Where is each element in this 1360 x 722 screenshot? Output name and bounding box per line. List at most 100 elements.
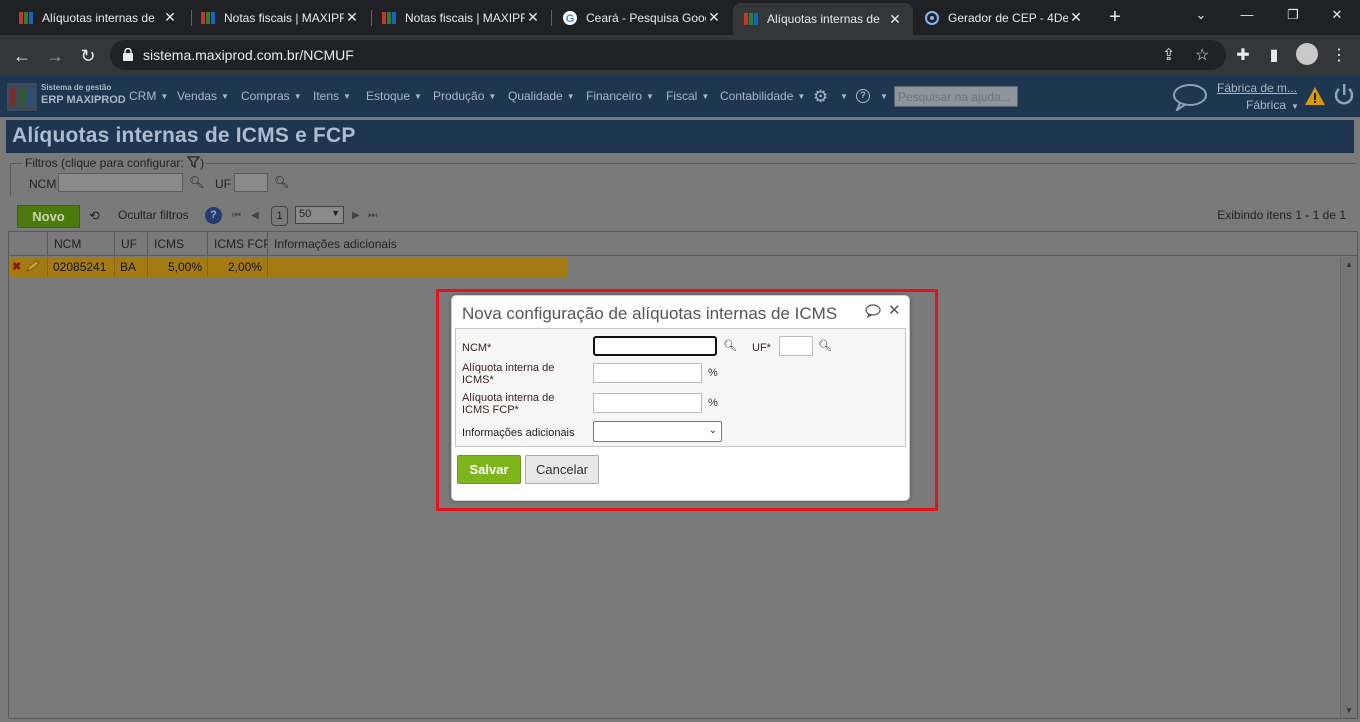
delete-icon[interactable]: ✖ — [12, 260, 21, 273]
column-header-icms[interactable]: ICMS — [148, 232, 208, 255]
menu-contabilidade[interactable]: Contabilidade ▼ — [720, 89, 805, 103]
menu-financeiro[interactable]: Financeiro ▼ — [586, 89, 654, 103]
new-tab-button[interactable]: + — [1104, 6, 1126, 28]
chat-bubble-icon[interactable] — [1172, 83, 1208, 111]
power-logout-icon[interactable] — [1333, 83, 1355, 107]
ncm-input[interactable] — [593, 336, 717, 356]
menu-vendas[interactable]: Vendas ▼ — [177, 89, 229, 103]
close-icon[interactable]: ✕ — [888, 301, 901, 319]
column-header-uf[interactable]: UF — [115, 232, 148, 255]
uf-input[interactable] — [779, 336, 813, 356]
browser-tab-2[interactable]: Notas fiscais | MAXIPR ✕ — [190, 4, 370, 31]
info-select[interactable]: ⌄ — [593, 421, 722, 442]
menu-crm[interactable]: CRM ▼ — [129, 89, 168, 103]
cell-info — [268, 257, 567, 277]
grid-toolbar: Novo ⟲ Ocultar filtros ? ⏮ ◀ 1 50 ▼ ▶ ⏭ E… — [8, 202, 1358, 230]
page-size-select[interactable]: 50 ▼ — [295, 206, 344, 224]
dialog-form: NCM* 🔍︎ UF* 🔍︎ Alíquota interna de ICMS* … — [455, 328, 906, 447]
column-header-icms-fcp[interactable]: ICMS FCP — [208, 232, 268, 255]
filters-legend[interactable]: Filtros (clique para configurar: ) — [23, 156, 207, 170]
close-icon[interactable]: ✕ — [525, 9, 541, 26]
close-window-icon[interactable]: ✕ — [1314, 4, 1360, 26]
page-number[interactable]: 1 — [271, 206, 288, 226]
prev-page-icon[interactable]: ◀ — [251, 210, 259, 221]
back-icon[interactable]: ← — [9, 43, 35, 69]
column-header-info[interactable]: Informações adicionais — [268, 232, 568, 255]
profile-avatar[interactable] — [1296, 43, 1318, 65]
maxiprod-favicon-icon — [201, 11, 215, 24]
more-menu-icon[interactable]: ⋮ — [1327, 44, 1351, 68]
grid-header: NCM UF ICMS ICMS FCP Informações adicion… — [9, 232, 1357, 256]
maxiprod-logo-icon[interactable] — [7, 83, 37, 111]
search-icon[interactable]: 🔍︎ — [274, 175, 289, 189]
menu-itens[interactable]: Itens ▼ — [313, 89, 351, 103]
help-circle-icon[interactable]: ? — [856, 89, 870, 103]
save-button[interactable]: Salvar — [457, 455, 521, 484]
side-panel-icon[interactable]: ▮ — [1262, 44, 1286, 68]
browser-tab-6[interactable]: Gerador de CEP - 4De ✕ — [914, 4, 1094, 31]
help-icon[interactable]: ? — [205, 207, 222, 224]
minimize-icon[interactable]: — — [1224, 4, 1270, 26]
company-link[interactable]: Fábrica de m... — [1217, 81, 1297, 95]
close-icon[interactable]: ✕ — [162, 9, 178, 26]
address-bar[interactable]: sistema.maxiprod.com.br/NCMUF ⇪ ☆ — [110, 40, 1226, 70]
filter-ncm-input[interactable] — [58, 173, 183, 192]
close-icon[interactable]: ✕ — [344, 9, 360, 26]
settings-gear-icon[interactable]: ⚙ — [813, 87, 828, 107]
grid-header-actions — [9, 232, 48, 255]
filter-uf-label: UF — [215, 177, 231, 191]
close-icon[interactable]: ✕ — [887, 11, 903, 28]
browser-tab-5-active[interactable]: Alíquotas internas de ✕ — [733, 3, 913, 35]
scroll-up-icon[interactable]: ▲ — [1345, 260, 1353, 269]
scroll-down-icon[interactable]: ▼ — [1345, 706, 1353, 715]
last-page-icon[interactable]: ⏭ — [368, 210, 377, 221]
first-page-icon[interactable]: ⏮ — [232, 210, 241, 221]
table-row[interactable]: ✖ 02085241 BA 5,00% 2,00% — [9, 257, 567, 277]
menu-estoque[interactable]: Estoque ▼ — [366, 89, 422, 103]
vertical-scrollbar[interactable]: ▲ ▼ — [1340, 257, 1357, 718]
menu-producao[interactable]: Produção ▼ — [433, 89, 496, 103]
page-title-bar: Alíquotas internas de ICMS e FCP — [6, 120, 1354, 153]
column-header-ncm[interactable]: NCM — [48, 232, 115, 255]
filter-uf-input[interactable] — [234, 173, 268, 192]
menu-fiscal[interactable]: Fiscal ▼ — [666, 89, 709, 103]
help-dropdown-caret-icon[interactable]: ▼ — [876, 89, 888, 103]
settings-dropdown-caret-icon[interactable]: ▼ — [836, 89, 848, 103]
reload-icon[interactable]: ↻ — [75, 43, 101, 69]
browser-tab-bar: Alíquotas internas de ✕ Notas fiscais | … — [0, 0, 1360, 35]
page-title: Alíquotas internas de ICMS e FCP — [12, 124, 356, 147]
search-icon[interactable]: 🔍︎ — [723, 339, 737, 352]
search-icon[interactable]: 🔍︎ — [818, 339, 832, 352]
browser-tab-title: Ceará - Pesquisa Goog — [586, 10, 706, 25]
warning-icon[interactable] — [1304, 86, 1326, 106]
bookmark-star-icon[interactable]: ☆ — [1195, 45, 1209, 65]
search-icon[interactable]: 🔍︎ — [189, 175, 204, 189]
help-search-input[interactable] — [894, 86, 1018, 107]
forward-icon[interactable]: → — [42, 43, 68, 69]
edit-pencil-icon[interactable] — [26, 260, 40, 272]
company-selector[interactable]: Fábrica ▼ — [1246, 98, 1299, 112]
browser-tab-4[interactable]: G Ceará - Pesquisa Goog ✕ — [552, 4, 732, 31]
cell-icms: 5,00% — [148, 257, 208, 277]
icms-fcp-label: Alíquota interna de ICMS FCP* — [462, 392, 555, 416]
next-page-icon[interactable]: ▶ — [352, 210, 360, 221]
close-icon[interactable]: ✕ — [706, 9, 722, 26]
menu-qualidade[interactable]: Qualidade ▼ — [508, 89, 575, 103]
browser-tab-title: Notas fiscais | MAXIPR — [224, 10, 344, 25]
icms-rate-input[interactable] — [593, 363, 702, 383]
comment-icon[interactable] — [865, 304, 881, 318]
logo-title: ERP MAXIPROD — [41, 94, 126, 106]
extensions-puzzle-icon[interactable]: ✚ — [1231, 44, 1255, 68]
hide-filters-button[interactable]: Ocultar filtros — [118, 208, 189, 222]
browser-tab-1[interactable]: Alíquotas internas de ✕ — [8, 4, 188, 31]
tab-search-icon[interactable]: ⌄ — [1178, 4, 1224, 26]
new-button[interactable]: Novo — [17, 205, 80, 228]
close-icon[interactable]: ✕ — [1068, 9, 1084, 26]
restore-icon[interactable]: ❐ — [1270, 4, 1316, 26]
browser-tab-3[interactable]: Notas fiscais | MAXIPR ✕ — [371, 4, 551, 31]
share-icon[interactable]: ⇪ — [1162, 45, 1175, 65]
menu-compras[interactable]: Compras ▼ — [241, 89, 302, 103]
icms-fcp-rate-input[interactable] — [593, 393, 702, 413]
cancel-button[interactable]: Cancelar — [525, 455, 599, 484]
refresh-icon[interactable]: ⟲ — [89, 208, 100, 224]
